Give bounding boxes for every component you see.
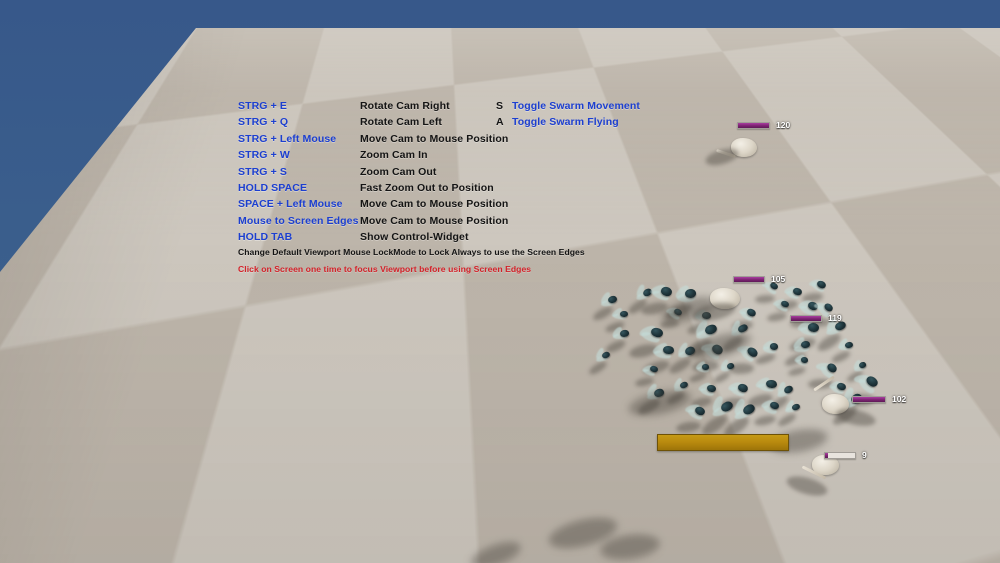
health-bar-value: 9: [862, 450, 867, 460]
binding-action: Show Control-Widget: [360, 231, 469, 244]
binding-key: STRG + S: [238, 165, 287, 178]
binding-key: STRG + Q: [238, 116, 289, 129]
binding-row: SPACE + Left Mouse Move Cam to Mouse Pos…: [238, 198, 668, 214]
health-bar-value: 119: [828, 313, 842, 323]
gold-progress-bar[interactable]: [657, 434, 789, 451]
health-bar-fill: [825, 452, 828, 458]
toggle-action: Toggle Swarm Movement: [512, 100, 640, 112]
health-bar-track: [852, 395, 886, 403]
health-bar: 105: [733, 274, 785, 284]
health-bar-fill: [734, 276, 764, 282]
binding-key: HOLD SPACE: [238, 181, 308, 194]
health-bar-fill: [853, 396, 885, 402]
swarm-creature[interactable]: [770, 343, 779, 350]
health-bar-track: [733, 275, 765, 283]
binding-action: Zoom Cam Out: [360, 165, 437, 178]
binding-key: Mouse to Screen Edges: [238, 214, 359, 227]
binding-action: Zoom Cam In: [360, 149, 428, 162]
toggle-row: A Toggle Swarm Flying: [496, 116, 796, 132]
game-viewport[interactable]: 120 105 119 102 9 STRG + E Rotate Cam Right …: [0, 0, 1000, 563]
toggle-row: S Toggle Swarm Movement: [496, 100, 796, 116]
control-widget-toggles: S Toggle Swarm Movement A Toggle Swarm F…: [496, 100, 796, 133]
binding-action: Move Cam to Mouse Position: [360, 132, 509, 145]
binding-action: Rotate Cam Right: [360, 100, 450, 112]
binding-action: Fast Zoom Out to Position: [360, 181, 494, 194]
health-bar-track: [790, 314, 822, 322]
note-lockmode: Change Default Viewport Mouse LockMode t…: [238, 247, 585, 257]
health-bar: 9: [824, 450, 867, 460]
binding-row: STRG + S Zoom Cam Out: [238, 166, 668, 182]
binding-key: STRG + E: [238, 100, 287, 112]
health-bar-value: 102: [892, 394, 907, 404]
binding-row: Mouse to Screen Edges Move Cam to Mouse …: [238, 215, 668, 231]
health-bar-value: 105: [771, 274, 786, 284]
toggle-action: Toggle Swarm Flying: [512, 116, 619, 129]
binding-row: STRG + Left Mouse Move Cam to Mouse Posi…: [238, 133, 668, 149]
swarm-creature[interactable]: [808, 322, 820, 332]
control-widget-notes: Change Default Viewport Mouse LockMode t…: [238, 246, 658, 276]
binding-row: HOLD SPACE Fast Zoom Out to Position: [238, 182, 668, 198]
health-bar: 119: [790, 313, 842, 323]
swarm-creature[interactable]: [765, 379, 777, 389]
toggle-key: S: [496, 100, 504, 112]
binding-action: Move Cam to Mouse Position: [360, 214, 509, 227]
binding-action: Move Cam to Mouse Position: [360, 198, 509, 211]
toggle-key: A: [496, 116, 504, 129]
binding-key: HOLD TAB: [238, 231, 293, 244]
health-bar: 102: [852, 394, 906, 404]
binding-key: SPACE + Left Mouse: [238, 198, 343, 211]
binding-action: Rotate Cam Left: [360, 116, 443, 129]
health-bar-track: [824, 451, 856, 459]
binding-row: STRG + W Zoom Cam In: [238, 149, 668, 165]
health-bar-fill: [791, 315, 821, 321]
note-focus-viewport: Click on Screen one time to focus Viewpo…: [238, 264, 532, 274]
binding-key: STRG + Left Mouse: [238, 132, 337, 145]
binding-key: STRG + W: [238, 149, 290, 162]
